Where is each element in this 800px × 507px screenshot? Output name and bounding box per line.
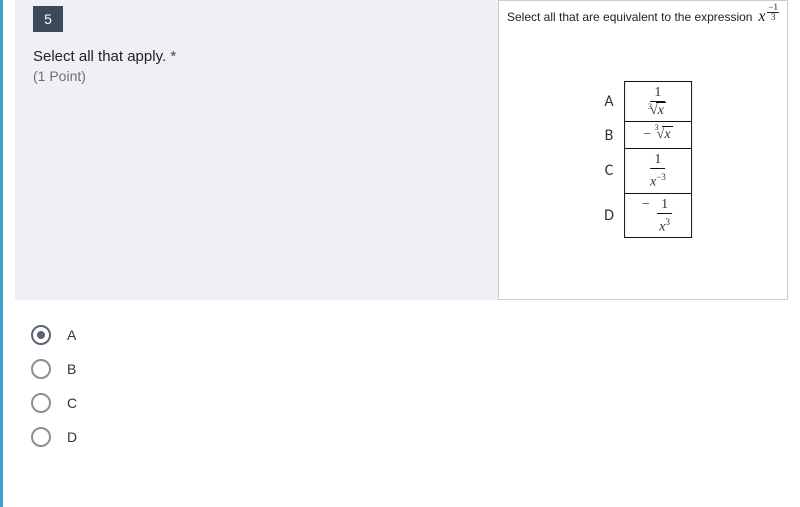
option-label-B: B — [67, 361, 76, 377]
D-den-exp: 3 — [665, 217, 670, 227]
choice-label-B: B — [594, 122, 624, 149]
expr-exp-den: 3 — [770, 13, 777, 22]
option-label-C: C — [67, 395, 77, 411]
C-den-exp: −3 — [656, 172, 666, 182]
table-row: A 1 3 √x — [594, 82, 691, 122]
option-row-B[interactable]: B — [31, 352, 772, 386]
C-numerator: 1 — [650, 152, 665, 169]
radio-B[interactable] — [31, 359, 51, 379]
option-row-A[interactable]: A — [31, 318, 772, 352]
option-row-D[interactable]: D — [31, 420, 772, 454]
radio-A[interactable] — [31, 325, 51, 345]
question-points: (1 Point) — [33, 68, 86, 84]
cube-root-icon: 3 √x — [650, 103, 666, 118]
choice-label-A: A — [594, 82, 624, 122]
quiz-page: 5 Select all that apply. * (1 Point) Sel… — [0, 0, 800, 507]
choice-label-C: C — [594, 149, 624, 194]
choice-cell-C: 1 x−3 — [624, 149, 691, 194]
A-root-index: 3 — [648, 99, 652, 114]
choice-cell-B: − 3 √x — [624, 122, 691, 149]
answer-options: A B C D — [3, 300, 800, 472]
option-row-C[interactable]: C — [31, 386, 772, 420]
question-number: 5 — [44, 11, 52, 27]
answer-table: A 1 3 √x B — [594, 81, 692, 238]
question-instruction: Select all that apply. * — [33, 48, 176, 65]
expr-base: x — [758, 8, 765, 26]
option-label-A: A — [67, 327, 76, 343]
prompt-text: Select all that are equivalent to the ex… — [507, 10, 752, 24]
question-number-badge: 5 — [33, 6, 63, 32]
B-root-radicand: x — [662, 126, 672, 142]
B-root-index: 3 — [655, 123, 659, 132]
A-root-radicand: x — [656, 102, 666, 118]
choice-label-D: D — [594, 193, 624, 238]
radio-C[interactable] — [31, 393, 51, 413]
choice-cell-D: − 1 x3 — [624, 193, 691, 238]
table-row: D − 1 x3 — [594, 193, 691, 238]
instruction-text: Select all that apply. — [33, 48, 166, 65]
prompt-header: Select all that are equivalent to the ex… — [499, 1, 787, 26]
D-sign: − — [642, 197, 650, 212]
prompt-panel: Select all that are equivalent to the ex… — [498, 0, 788, 300]
expr-exp-num: 1 — [774, 2, 779, 12]
B-sign: − — [643, 127, 651, 142]
option-label-D: D — [67, 429, 77, 445]
cube-root-icon: 3 √x — [657, 127, 673, 143]
question-card: 5 Select all that apply. * (1 Point) Sel… — [15, 0, 788, 300]
table-row: B − 3 √x — [594, 122, 691, 149]
required-marker: * — [170, 48, 176, 65]
expr-exponent: −1 3 — [767, 3, 779, 22]
D-numerator: 1 — [657, 197, 672, 214]
target-expression: x −1 3 — [758, 7, 779, 26]
radio-D[interactable] — [31, 427, 51, 447]
table-row: C 1 x−3 — [594, 149, 691, 194]
choice-cell-A: 1 3 √x — [624, 82, 691, 122]
A-numerator: 1 — [650, 85, 665, 102]
